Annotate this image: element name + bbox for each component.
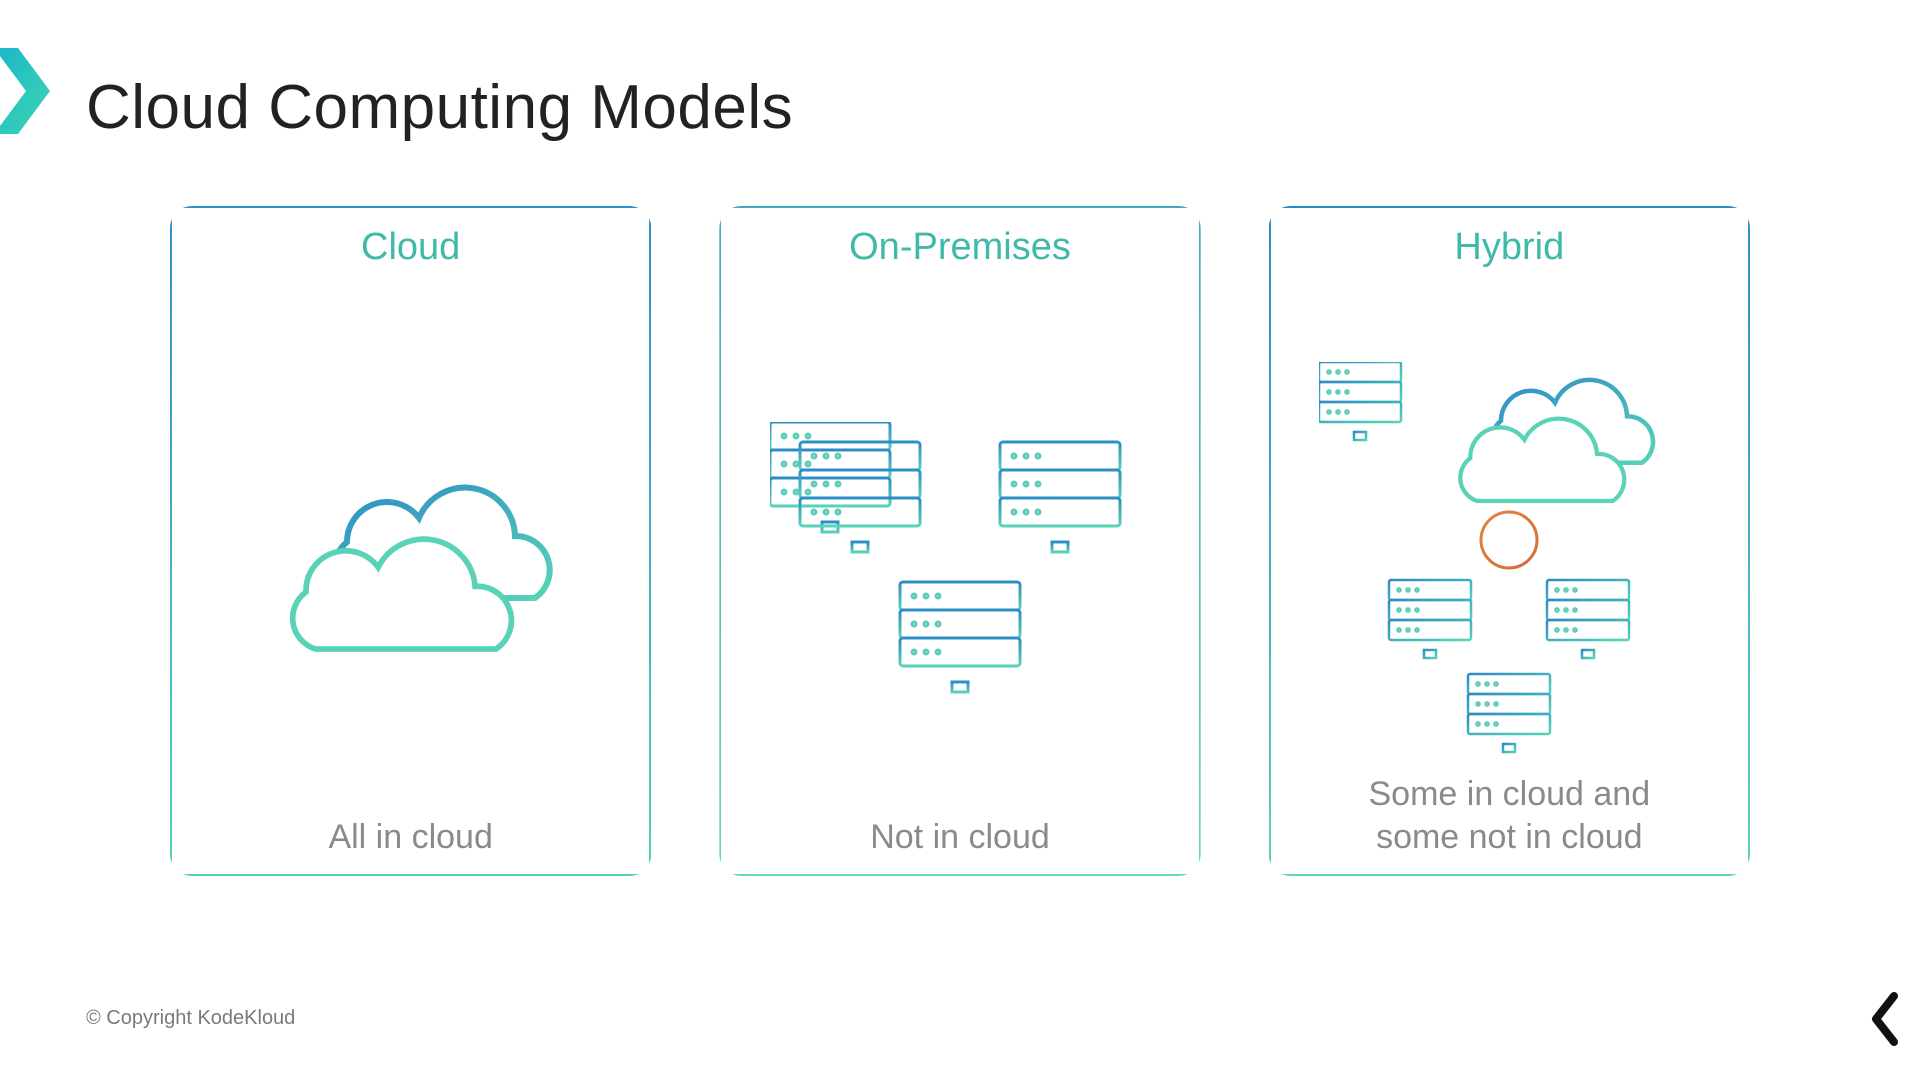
clouds-icon xyxy=(172,269,649,874)
plus-icon xyxy=(1481,512,1537,568)
card-cloud: Cloud All in cloud xyxy=(170,206,651,876)
card-cloud-desc: All in cloud xyxy=(172,816,649,859)
chevron-left-icon xyxy=(1868,992,1902,1046)
chevron-right-icon xyxy=(0,48,54,134)
card-hybrid: Hybrid xyxy=(1269,206,1750,876)
card-hybrid-title: Hybrid xyxy=(1454,226,1564,269)
copyright-text: © Copyright KodeKloud xyxy=(86,1007,295,1030)
prev-slide-button[interactable] xyxy=(1868,992,1902,1046)
card-row: Cloud All in cloud On-Premises xyxy=(170,206,1750,876)
card-hybrid-desc: Some in cloud and some not in cloud xyxy=(1271,773,1748,858)
card-onprem: On-Premises xyxy=(719,206,1200,876)
card-onprem-desc: Not in cloud xyxy=(721,816,1198,859)
card-cloud-title: Cloud xyxy=(361,226,460,269)
card-onprem-title: On-Premises xyxy=(849,226,1071,269)
servers-icon xyxy=(721,269,1198,874)
page-title: Cloud Computing Models xyxy=(86,72,793,143)
